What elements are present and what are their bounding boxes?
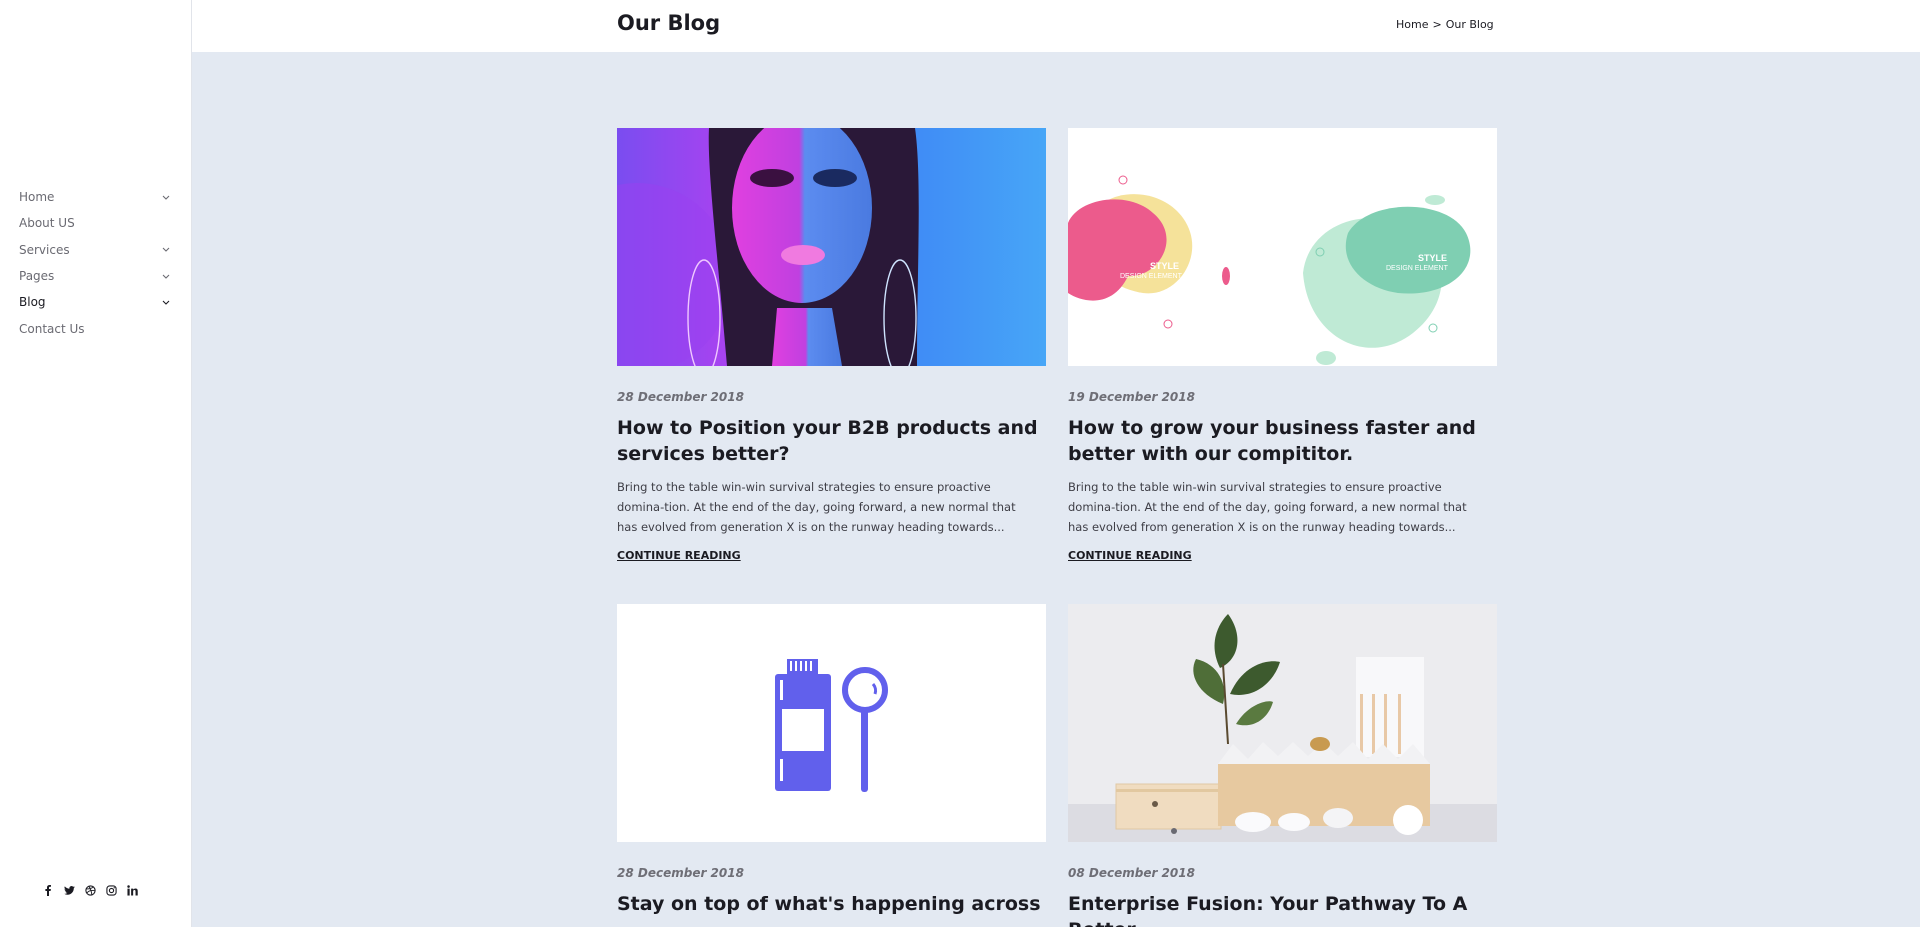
nav-item-label: Contact Us — [19, 321, 85, 336]
breadcrumb-current: Our Blog — [1445, 18, 1494, 31]
social-links — [42, 883, 138, 897]
post-image-style-elements[interactable]: STYLE DESIGN ELEMENT STYLE DESIGN ELEMEN… — [1068, 128, 1497, 366]
breadcrumb: Home > Our Blog — [1396, 18, 1494, 31]
post-image-portrait[interactable] — [617, 128, 1046, 366]
nav-item-label: About US — [19, 216, 75, 231]
blog-post-card: 28 December 2018 How to Position your B2… — [617, 128, 1046, 563]
style-text: STYLE — [1150, 261, 1179, 271]
post-image-plant[interactable] — [1068, 604, 1497, 842]
breadcrumb-home-link[interactable]: Home — [1396, 18, 1428, 31]
post-excerpt: Bring to the table win-win survival stra… — [617, 480, 1016, 534]
page-title: Our Blog — [617, 11, 721, 35]
design-element-text: DESIGN ELEMENT — [1120, 273, 1183, 280]
nav-item-label: Pages — [19, 269, 55, 284]
post-excerpt: Bring to the table win-win survival stra… — [1068, 480, 1467, 534]
twitter-icon[interactable] — [63, 883, 75, 897]
blog-post-card: STYLE DESIGN ELEMENT STYLE DESIGN ELEMEN… — [1068, 128, 1497, 563]
dribbble-icon[interactable] — [84, 883, 96, 897]
nav-item-label: Home — [19, 190, 55, 205]
nav-item-label: Services — [19, 242, 70, 257]
design-element-text: DESIGN ELEMENT — [1386, 265, 1449, 272]
nav-item-blog[interactable]: Blog — [19, 289, 171, 315]
nav-item-home[interactable]: Home — [19, 184, 171, 210]
nav-item-contact-us[interactable]: Contact Us — [19, 315, 171, 341]
chevron-down-icon — [161, 245, 171, 255]
nav-item-about-us[interactable]: About US — [19, 210, 171, 236]
chevron-down-icon — [161, 271, 171, 281]
facebook-icon[interactable] — [42, 883, 54, 897]
post-title[interactable]: Stay on top of what's happening across — [617, 891, 1046, 917]
post-date: 28 December 2018 — [617, 866, 744, 880]
style-text: STYLE — [1418, 253, 1447, 263]
post-image-bottle-icon[interactable] — [617, 604, 1046, 842]
post-date: 28 December 2018 — [617, 390, 744, 404]
continue-reading-link[interactable]: CONTINUE READING — [617, 549, 741, 562]
post-title[interactable]: Enterprise Fusion: Your Pathway To A Bet… — [1068, 891, 1497, 927]
post-title[interactable]: How to grow your business faster and bet… — [1068, 415, 1497, 467]
nav-item-pages[interactable]: Pages — [19, 263, 171, 289]
sidebar-nav: Home About US Services Pages Blog Contac… — [19, 184, 171, 342]
continue-reading-link[interactable]: CONTINUE READING — [1068, 549, 1192, 562]
blog-post-card: 28 December 2018 Stay on top of what's h… — [617, 604, 1046, 917]
chevron-down-icon — [161, 297, 171, 307]
breadcrumb-separator: > — [1432, 18, 1442, 31]
post-title[interactable]: How to Position your B2B products and se… — [617, 415, 1046, 467]
sidebar: Home About US Services Pages Blog Contac… — [0, 0, 192, 927]
nav-item-label: Blog — [19, 295, 46, 310]
post-date: 19 December 2018 — [1068, 390, 1195, 404]
nav-item-services[interactable]: Services — [19, 237, 171, 263]
blog-post-card: 08 December 2018 Enterprise Fusion: Your… — [1068, 604, 1497, 927]
linkedin-icon[interactable] — [126, 883, 138, 897]
page-header: Our Blog Home > Our Blog — [192, 0, 1920, 52]
instagram-icon[interactable] — [105, 883, 117, 897]
chevron-down-icon — [161, 192, 171, 202]
post-date: 08 December 2018 — [1068, 866, 1195, 880]
